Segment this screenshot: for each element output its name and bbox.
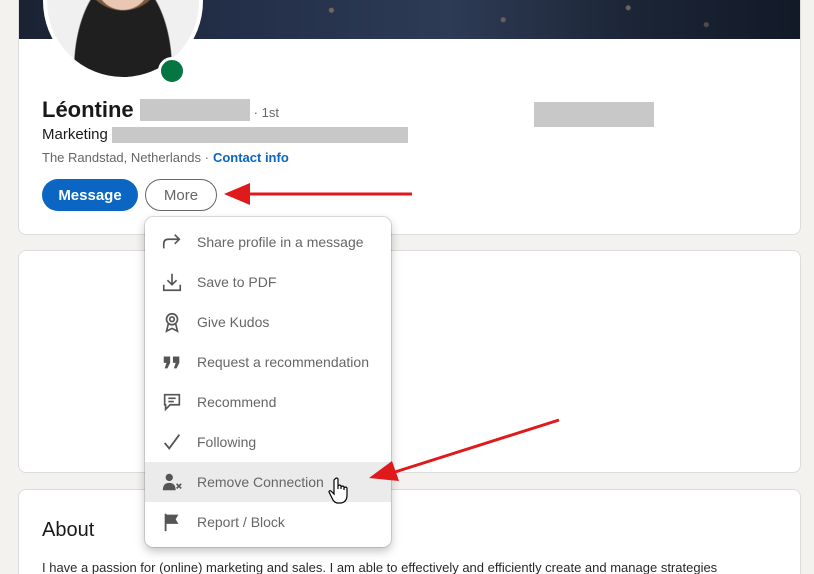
- annotation-arrow-remove-connection: [369, 418, 560, 481]
- menu-item-share-profile[interactable]: Share profile in a message: [145, 222, 391, 262]
- menu-item-label: Request a recommendation: [197, 354, 369, 370]
- name-row: Léontine · 1st: [42, 97, 279, 123]
- menu-item-label: Remove Connection: [197, 474, 324, 490]
- online-status-indicator: [158, 57, 186, 85]
- about-text: I have a passion for (online) marketing …: [42, 560, 718, 574]
- menu-item-remove-connection[interactable]: Remove Connection: [145, 462, 391, 502]
- about-card: About I have a passion for (online) mark…: [18, 489, 801, 574]
- profile-headline: Marketing: [42, 126, 408, 143]
- message-button[interactable]: Message: [42, 179, 138, 211]
- menu-item-label: Recommend: [197, 394, 277, 410]
- speech-bubble-icon: [161, 391, 183, 413]
- menu-item-recommend[interactable]: Recommend: [145, 382, 391, 422]
- hand-cursor-icon: [328, 477, 348, 504]
- menu-item-label: Following: [197, 434, 257, 450]
- menu-item-label: Share profile in a message: [197, 234, 364, 250]
- menu-item-report-block[interactable]: Report / Block: [145, 502, 391, 542]
- download-icon: [161, 271, 183, 293]
- location-text: The Randstad, Netherlands ·: [42, 150, 209, 165]
- profile-location: The Randstad, Netherlands · Contact info: [42, 150, 289, 165]
- redacted-surname: [139, 99, 250, 121]
- menu-item-label: Give Kudos: [197, 314, 270, 330]
- contact-info-link[interactable]: Contact info: [213, 150, 289, 165]
- remove-person-icon: [161, 471, 183, 493]
- share-arrow-icon: [161, 231, 183, 253]
- redacted-block: [534, 102, 654, 127]
- quote-icon: [161, 351, 183, 373]
- menu-item-label: Report / Block: [197, 514, 285, 530]
- menu-item-label: Save to PDF: [197, 274, 277, 290]
- checkmark-icon: [161, 431, 183, 453]
- menu-item-request-recommendation[interactable]: Request a recommendation: [145, 342, 391, 382]
- award-ribbon-icon: [161, 311, 183, 333]
- flag-icon: [161, 511, 183, 533]
- annotation-arrow-more: [224, 183, 412, 205]
- headline-text: Marketing: [42, 126, 108, 143]
- menu-item-following[interactable]: Following: [145, 422, 391, 462]
- more-button[interactable]: More: [145, 179, 217, 211]
- profile-name: Léontine: [42, 97, 134, 122]
- more-actions-menu: Share profile in a message Save to PDF G…: [145, 217, 391, 547]
- menu-item-give-kudos[interactable]: Give Kudos: [145, 302, 391, 342]
- about-title: About: [42, 519, 95, 541]
- connection-degree: · 1st: [253, 105, 279, 120]
- redacted-headline: [111, 126, 408, 143]
- menu-item-save-pdf[interactable]: Save to PDF: [145, 262, 391, 302]
